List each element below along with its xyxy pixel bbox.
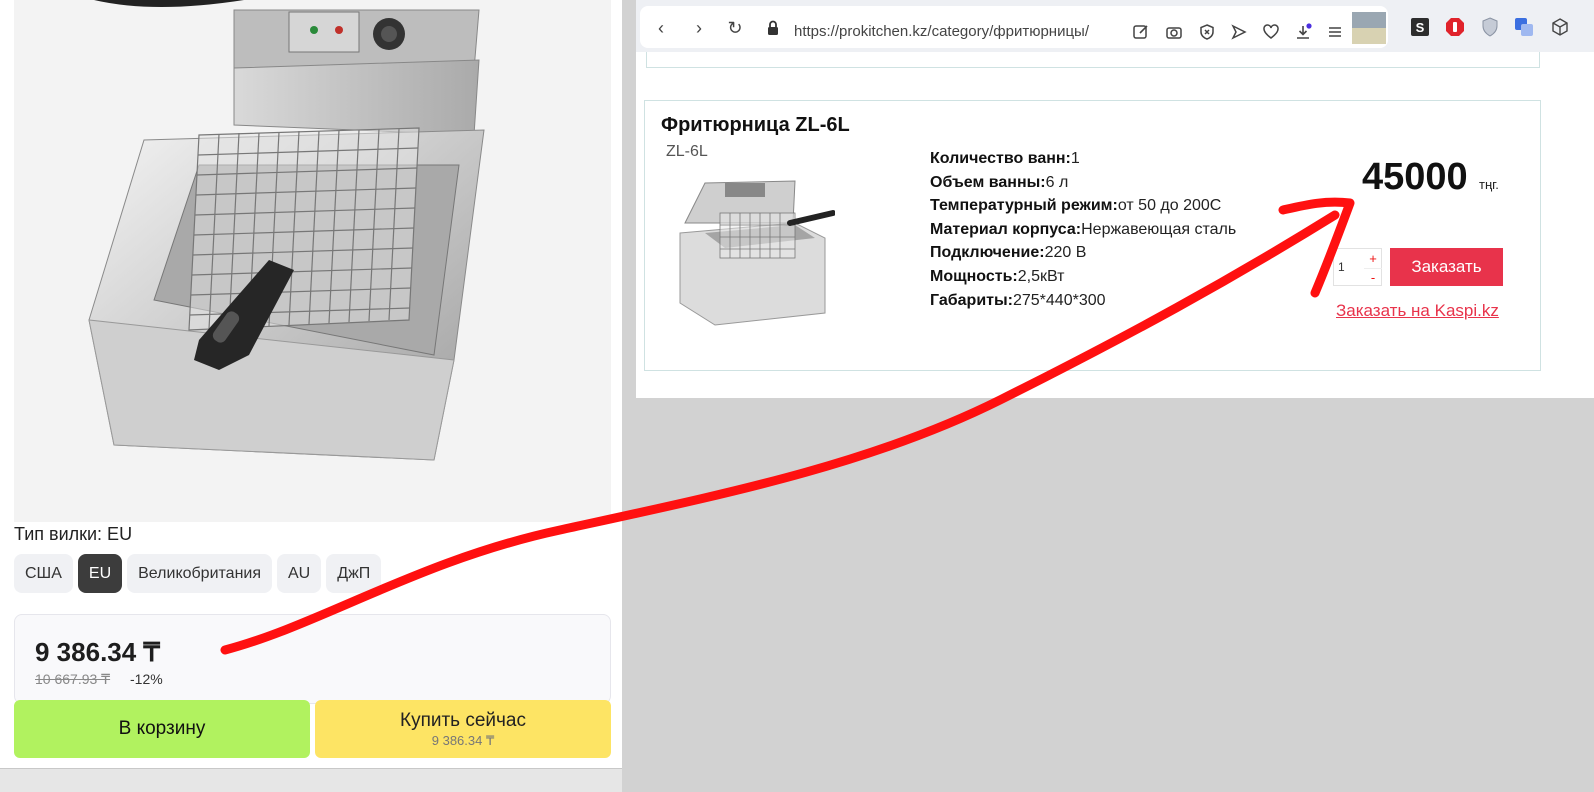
spec-row: Объем ванны:6 л xyxy=(930,173,1069,191)
plug-option-uk[interactable]: Великобритания xyxy=(127,554,272,593)
product-price: 45000 xyxy=(1362,156,1468,198)
product-card: Фритюрница ZL-6L ZL-6L Количество ванн:1… xyxy=(644,100,1541,371)
order-button[interactable]: Заказать xyxy=(1390,248,1503,286)
discount-badge: -12% xyxy=(130,671,163,687)
quantity-stepper[interactable]: 1 + - xyxy=(1333,248,1382,286)
buy-now-label: Купить сейчас xyxy=(400,709,526,731)
buy-now-price: 9 386.34 ₸ xyxy=(431,732,495,748)
page-content: Фритюрница ZL-6L ZL-6L Количество ванн:1… xyxy=(636,52,1594,398)
spec-row: Количество ванн:1 xyxy=(930,150,1080,167)
back-icon[interactable]: ‹ xyxy=(652,19,670,37)
product-image[interactable] xyxy=(14,0,611,522)
browser-window: ‹ › ↻ https://prokitchen.kz/category/фри… xyxy=(636,0,1594,398)
shield-extension-icon[interactable] xyxy=(1480,17,1500,37)
quantity-value[interactable]: 1 xyxy=(1338,260,1345,274)
plug-option-eu[interactable]: EU xyxy=(77,554,123,593)
add-to-cart-button[interactable]: В корзину xyxy=(14,700,310,758)
buy-now-button[interactable]: Купить сейчас 9 386.34 ₸ xyxy=(315,700,611,758)
send-icon[interactable] xyxy=(1230,23,1248,41)
reload-icon[interactable]: ↻ xyxy=(726,19,744,37)
heart-icon[interactable] xyxy=(1262,23,1280,41)
browser-toolbar: ‹ › ↻ https://prokitchen.kz/category/фри… xyxy=(636,0,1594,52)
plug-option-au[interactable]: AU xyxy=(277,554,322,593)
s-extension-icon[interactable]: S xyxy=(1410,17,1430,37)
product-model: ZL-6L xyxy=(666,143,708,160)
extensions-bar: S xyxy=(1396,6,1594,48)
kaspi-order-link[interactable]: Заказать на Kaspi.kz xyxy=(1336,301,1499,321)
shield-x-icon[interactable] xyxy=(1198,23,1216,41)
left-bottom-strip xyxy=(0,768,622,792)
old-price: 10 667.93 ₸ xyxy=(35,671,111,687)
spec-row: Температурный режим:от 50 до 200С xyxy=(930,197,1222,215)
edit-icon[interactable] xyxy=(1132,23,1150,41)
spec-row: Мощность:2,5кВт xyxy=(930,267,1065,285)
plug-type-label: Тип вилки: EU xyxy=(14,524,133,544)
url-text[interactable]: https://prokitchen.kz/category/фритюрниц… xyxy=(794,23,1089,40)
cube-extension-icon[interactable] xyxy=(1550,17,1570,37)
deep-fryer-image xyxy=(88,0,485,461)
svg-text:S: S xyxy=(1416,20,1425,35)
spec-row: Габариты:275*440*300 xyxy=(930,291,1106,309)
profile-thumbnail[interactable] xyxy=(1352,12,1386,44)
spec-row: Материал корпуса:Нержавеющая сталь xyxy=(930,220,1237,238)
spec-row: Подключение:220 В xyxy=(930,244,1087,262)
previous-product-card xyxy=(646,52,1540,68)
product-thumbnail[interactable] xyxy=(675,163,835,328)
quantity-minus-button[interactable]: - xyxy=(1364,268,1382,285)
address-bar[interactable]: ‹ › ↻ https://prokitchen.kz/category/фри… xyxy=(640,6,1388,48)
plug-options: США EU Великобритания AU ДжП xyxy=(14,554,382,593)
quantity-plus-button[interactable]: + xyxy=(1364,250,1382,267)
price-box: 9 386.34 ₸ 10 667.93 ₸ -12% xyxy=(14,614,611,704)
menu-icon[interactable] xyxy=(1326,23,1344,41)
download-icon[interactable] xyxy=(1294,23,1312,41)
left-product-panel: Тип вилки: EU США EU Великобритания AU Д… xyxy=(0,0,622,768)
camera-icon[interactable] xyxy=(1165,23,1183,41)
product-title[interactable]: Фритюрница ZL-6L xyxy=(661,114,850,137)
spec-list: Количество ванн:1 Объем ванны:6 л Темпер… xyxy=(930,147,1236,312)
plug-option-usa[interactable]: США xyxy=(14,554,73,593)
lock-icon xyxy=(768,20,778,35)
stop-extension-icon[interactable] xyxy=(1445,17,1465,37)
current-price: 9 386.34 ₸ xyxy=(35,637,160,667)
forward-icon[interactable]: › xyxy=(690,19,708,37)
price-currency: тңг. xyxy=(1479,177,1499,192)
plug-option-jp[interactable]: ДжП xyxy=(326,554,382,593)
translate-extension-icon[interactable] xyxy=(1514,17,1534,37)
